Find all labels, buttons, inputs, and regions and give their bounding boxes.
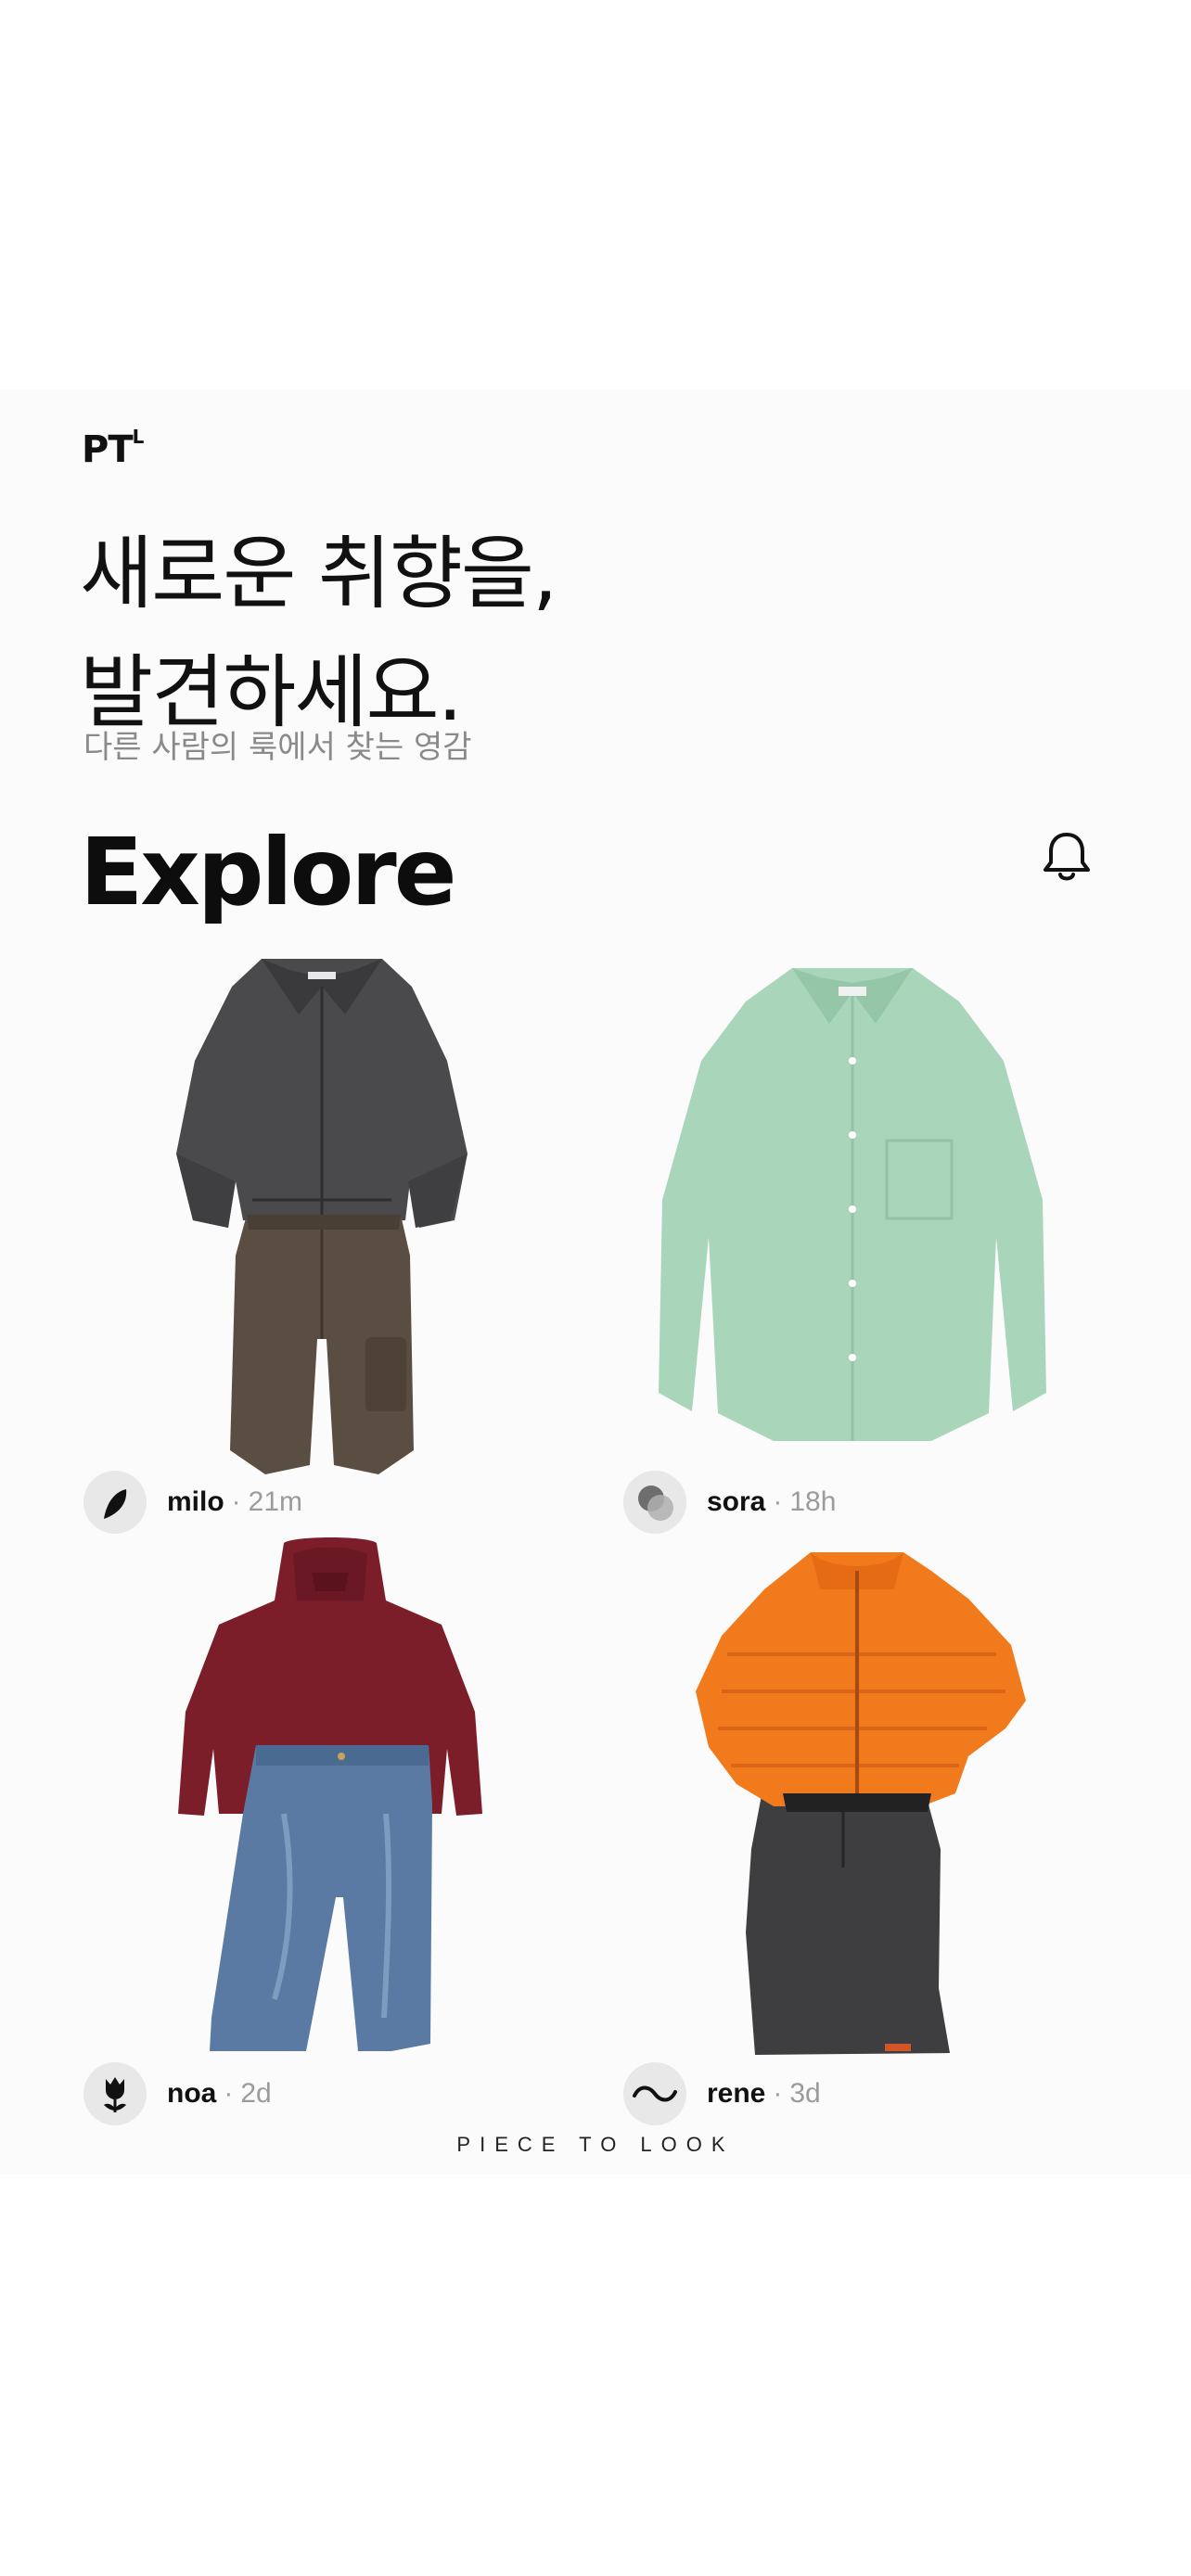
bell-icon[interactable] bbox=[1035, 825, 1098, 888]
mint-shirt bbox=[659, 968, 1046, 1441]
timestamp: 2d bbox=[240, 2078, 272, 2109]
username[interactable]: rene bbox=[707, 2078, 765, 2110]
overlapping-circles-icon bbox=[638, 1486, 673, 1521]
subtitle: 다른 사람의 룩에서 찾는 영감 bbox=[83, 729, 472, 766]
outfit-image-noa bbox=[178, 1537, 482, 2051]
separator: · bbox=[773, 2078, 783, 2109]
orange-puffer-jacket bbox=[696, 1552, 1026, 1812]
crescent-icon bbox=[104, 1489, 127, 1519]
outfit-image-sora bbox=[659, 968, 1046, 1441]
avatar-milo[interactable] bbox=[83, 1471, 147, 1534]
avatar-noa[interactable] bbox=[83, 2062, 147, 2125]
outfit-image-milo bbox=[176, 959, 467, 1474]
separator: · bbox=[231, 1486, 241, 1517]
footer-tagline: PIECE TO LOOK bbox=[456, 2133, 735, 2156]
timestamp: 18h bbox=[789, 1486, 837, 1517]
separator: · bbox=[224, 2078, 234, 2109]
charcoal-jacket bbox=[176, 959, 467, 1228]
timestamp: 3d bbox=[789, 2078, 821, 2109]
avatar-rene[interactable] bbox=[623, 2062, 686, 2125]
section-title: Explore bbox=[80, 818, 457, 926]
charcoal-skirt bbox=[746, 1780, 950, 2055]
brown-cargo-pants bbox=[230, 1215, 414, 1474]
look-meta-milo: milo · 21m bbox=[83, 1469, 302, 1536]
tulip-icon bbox=[104, 2077, 126, 2112]
username[interactable]: milo bbox=[167, 1486, 224, 1518]
username[interactable]: sora bbox=[707, 1486, 765, 1518]
headline-line-1: 새로운 취향을, bbox=[80, 528, 557, 620]
screen: PTL 새로운 취향을, 발견하세요. 다른 사람의 룩에서 찾는 영감 Expl… bbox=[0, 0, 1191, 2576]
outfit-image-rene bbox=[696, 1552, 1026, 2055]
wave-icon bbox=[633, 2085, 677, 2102]
app-logo[interactable]: PTL bbox=[82, 426, 144, 471]
avatar-sora[interactable] bbox=[623, 1471, 686, 1534]
look-meta-sora: sora · 18h bbox=[623, 1469, 836, 1536]
look-meta-noa: noa · 2d bbox=[83, 2060, 272, 2127]
headline: 새로운 취향을, 발견하세요. bbox=[80, 515, 557, 752]
username[interactable]: noa bbox=[167, 2078, 216, 2110]
look-meta-rene: rene · 3d bbox=[623, 2060, 821, 2127]
separator: · bbox=[773, 1486, 783, 1517]
timestamp: 21m bbox=[248, 1486, 303, 1517]
